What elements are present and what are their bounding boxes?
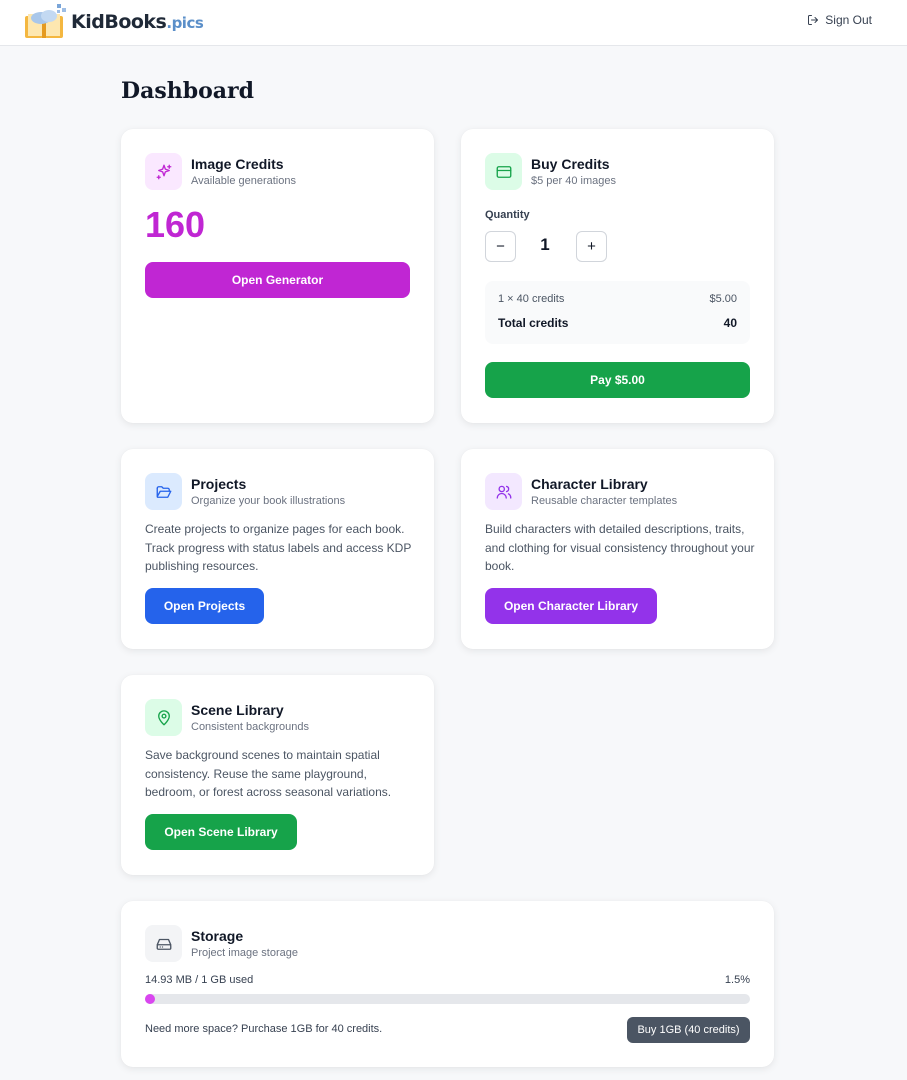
total-label: Total credits — [498, 316, 569, 330]
increase-quantity-button[interactable]: + — [576, 231, 607, 262]
storage-title: Storage — [191, 928, 244, 944]
users-icon — [485, 473, 522, 510]
image-credits-subtitle: Available generations — [191, 175, 296, 187]
character-library-description: Build characters with detailed descripti… — [485, 522, 755, 573]
sign-out-label: Sign Out — [825, 13, 872, 27]
storage-usage-row: 14.93 MB / 1 GB used 1.5% — [145, 974, 750, 986]
storage-progress-fill — [145, 994, 155, 1004]
buy-storage-button[interactable]: Buy 1GB (40 credits) — [627, 1017, 750, 1043]
brand-main: KidBooks — [71, 11, 167, 33]
image-credits-card: Image Credits Available generations 160 … — [121, 129, 434, 423]
scene-library-title: Scene Library — [191, 702, 284, 718]
character-library-card: Character Library Reusable character tem… — [461, 449, 774, 649]
log-out-icon — [808, 15, 819, 25]
brand-logo[interactable]: KidBooks.pics — [23, 2, 204, 42]
line-label: 1 × 40 credits — [498, 293, 565, 305]
projects-title: Projects — [191, 476, 247, 492]
brand-name: KidBooks.pics — [71, 11, 204, 33]
page-title: Dashboard — [121, 78, 254, 104]
projects-subtitle: Organize your book illustrations — [191, 495, 346, 507]
credits-count: 160 — [145, 204, 206, 245]
quantity-label: Quantity — [485, 209, 530, 221]
projects-description: Create projects to organize pages for ea… — [145, 522, 412, 573]
open-generator-button[interactable]: Open Generator — [145, 262, 410, 298]
storage-used-text: 14.93 MB / 1 GB used — [145, 974, 254, 986]
map-pin-icon — [145, 699, 182, 736]
top-header: KidBooks.pics Sign Out — [0, 0, 907, 46]
hard-drive-icon — [145, 925, 182, 962]
character-library-title: Character Library — [531, 476, 648, 492]
scene-library-card: Scene Library Consistent backgrounds Sav… — [121, 675, 434, 875]
total-value: 40 — [723, 316, 737, 330]
image-credits-title: Image Credits — [191, 156, 284, 172]
credit-card-icon — [485, 153, 522, 190]
storage-progress-bar — [145, 994, 750, 1004]
buy-credits-subtitle: $5 per 40 images — [531, 175, 616, 187]
summary-total: Total credits 40 — [498, 316, 737, 330]
projects-card: Projects Organize your book illustration… — [121, 449, 434, 649]
sparkles-icon — [145, 153, 182, 190]
open-projects-button[interactable]: Open Projects — [145, 588, 264, 624]
storage-note: Need more space? Purchase 1GB for 40 cre… — [145, 1023, 383, 1035]
buy-credits-card: Buy Credits $5 per 40 images Quantity − … — [461, 129, 774, 423]
line-price: $5.00 — [709, 293, 737, 305]
open-scene-library-button[interactable]: Open Scene Library — [145, 814, 297, 850]
quantity-value: 1 — [540, 235, 550, 254]
order-summary: 1 × 40 credits $5.00 Total credits 40 — [485, 281, 750, 344]
folder-open-icon — [145, 473, 182, 510]
scene-library-subtitle: Consistent backgrounds — [191, 721, 310, 733]
storage-subtitle: Project image storage — [191, 947, 298, 959]
sign-out-button[interactable]: Sign Out — [807, 13, 872, 27]
decrease-quantity-button[interactable]: − — [485, 231, 516, 262]
character-library-subtitle: Reusable character templates — [531, 495, 678, 507]
pay-button[interactable]: Pay $5.00 — [485, 362, 750, 398]
book-logo-icon — [23, 2, 69, 42]
storage-percent-text: 1.5% — [724, 974, 750, 986]
scene-library-description: Save background scenes to maintain spati… — [145, 748, 392, 799]
open-character-library-button[interactable]: Open Character Library — [485, 588, 657, 624]
storage-card: Storage Project image storage 14.93 MB /… — [121, 901, 774, 1067]
brand-suffix: .pics — [166, 14, 204, 32]
buy-credits-title: Buy Credits — [531, 156, 610, 172]
summary-line: 1 × 40 credits $5.00 — [498, 293, 737, 305]
